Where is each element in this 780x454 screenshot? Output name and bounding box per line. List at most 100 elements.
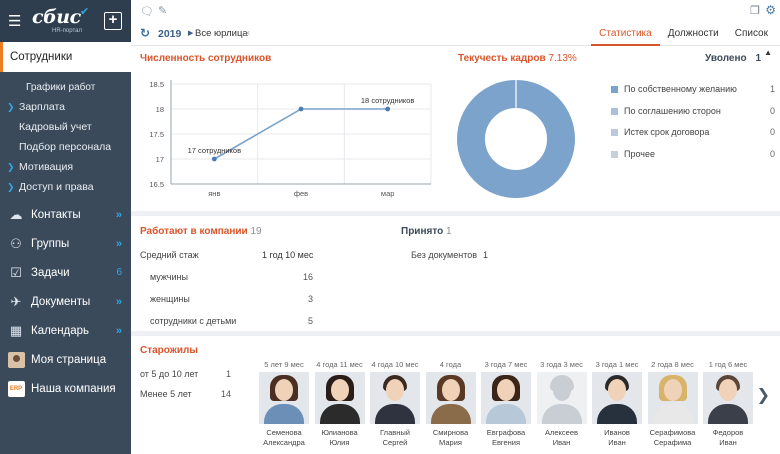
- legend-item[interactable]: По соглашению сторон 0: [611, 106, 775, 128]
- checkmark-icon: ✔: [80, 6, 90, 18]
- sidebar-item-label: Контакты: [31, 208, 81, 221]
- window-icon[interactable]: ❐: [750, 4, 760, 17]
- avatar[interactable]: [703, 372, 753, 424]
- legend-count: 0: [769, 148, 775, 159]
- sidebar-item[interactable]: ☁ Контакты »: [0, 200, 131, 229]
- double-chevron-right-icon[interactable]: »: [116, 238, 122, 250]
- oldtimers-title[interactable]: Старожилы: [140, 345, 198, 356]
- sidebar-item-label: Задачи: [31, 266, 70, 279]
- staff-name[interactable]: Федоров Иван: [697, 428, 759, 448]
- legend-item[interactable]: Истек срок договора 0: [611, 127, 775, 149]
- brand-logo[interactable]: сбис HR-портал ✔: [26, 6, 89, 34]
- staff-last-name: Главный: [380, 428, 410, 437]
- working-title[interactable]: Работают в компании 19: [140, 226, 262, 237]
- tab-list[interactable]: Список: [727, 20, 776, 46]
- scroll-up-icon[interactable]: ▲: [764, 48, 772, 57]
- clear-filter-icon[interactable]: ×: [245, 28, 250, 38]
- legend-item[interactable]: По собственному желанию 1: [611, 84, 775, 106]
- paperclip-icon[interactable]: ✎: [158, 4, 167, 17]
- data-point: [385, 106, 391, 112]
- staff-name[interactable]: Семенова Александра: [253, 428, 315, 448]
- company-logo-icon: ERP: [7, 380, 25, 397]
- tab-statistics[interactable]: Статистика: [591, 20, 660, 46]
- avatar[interactable]: [259, 372, 309, 424]
- sidebar-group-label: Подбор персонала: [19, 141, 112, 153]
- section-divider: [131, 211, 780, 216]
- oldtimer-group-label[interactable]: Менее 5 лет: [140, 389, 192, 399]
- sidebar-item-employees[interactable]: Сотрудники: [0, 42, 131, 72]
- sidebar-group-item[interactable]: ❯ Доступ и права: [0, 177, 131, 197]
- gear-icon[interactable]: ⚙: [765, 3, 776, 17]
- staff-last-name: Серафимова: [649, 428, 696, 437]
- triangle-right-icon: ▶: [188, 30, 194, 37]
- avatar[interactable]: [592, 372, 642, 424]
- view-tabs: Статистика Должности Список: [591, 20, 776, 46]
- legend-item[interactable]: Прочее 0: [611, 149, 775, 171]
- sidebar-subitem-schedules[interactable]: Графики работ: [0, 77, 131, 97]
- calendar-icon: ▦: [9, 322, 23, 338]
- working-row-value: 3: [307, 294, 313, 304]
- avatar-placeholder-icon[interactable]: [536, 372, 587, 424]
- avatar[interactable]: [314, 372, 365, 424]
- sidebar-group-label: Доступ и права: [19, 181, 94, 193]
- staff-name[interactable]: Серафимова Серафима: [642, 428, 704, 448]
- chat-bubble-icon[interactable]: 🗨: [140, 5, 154, 18]
- avatar[interactable]: [425, 372, 476, 424]
- sidebar-item[interactable]: ERP Наша компания: [0, 374, 131, 403]
- avatar[interactable]: [370, 372, 420, 424]
- refresh-icon[interactable]: ↻: [140, 26, 150, 40]
- double-chevron-right-icon[interactable]: »: [116, 325, 122, 337]
- tab-positions[interactable]: Должности: [660, 20, 727, 46]
- double-chevron-right-icon[interactable]: »: [116, 296, 122, 308]
- staff-first-name: Иван: [719, 438, 737, 447]
- staff-last-name: Смирнова: [432, 428, 469, 437]
- year-selector[interactable]: 2019: [158, 28, 181, 40]
- hired-count: 1: [445, 226, 452, 237]
- sidebar-group-item[interactable]: Подбор персонала: [0, 137, 131, 157]
- chevron-right-icon[interactable]: ❯: [757, 385, 770, 405]
- staff-name[interactable]: Юлианова Юлия: [309, 428, 371, 448]
- staff-tenure: 3 года 1 мес: [595, 360, 639, 369]
- staff-name[interactable]: Иванов Иван: [586, 428, 648, 448]
- sidebar-item[interactable]: ▦ Календарь »: [0, 316, 131, 345]
- avatar-icon: [7, 351, 25, 368]
- hamburger-menu-icon[interactable]: ☰: [8, 12, 26, 30]
- hired-title[interactable]: Принято 1: [401, 226, 452, 237]
- sidebar-group-item[interactable]: ❯ Зарплата: [0, 97, 131, 117]
- sidebar-item[interactable]: ⚇ Группы »: [0, 229, 131, 258]
- staff-tenure: 3 года 3 мес: [540, 360, 583, 369]
- avatar[interactable]: [647, 372, 698, 424]
- turnover-title[interactable]: Текучесть кадров 7.13%: [458, 53, 577, 64]
- legend-label: Прочее: [624, 148, 655, 159]
- dismissed-count: 1: [755, 53, 761, 64]
- turnover-value: 7.13%: [548, 53, 577, 64]
- legend-label: Истек срок договора: [624, 127, 710, 137]
- staff-first-name: Серафима: [653, 438, 692, 447]
- staff-name[interactable]: Главный Сергей: [364, 428, 426, 448]
- staff-tenure: 4 года 10 мес: [371, 360, 419, 369]
- tasks-icon: ☑: [10, 264, 22, 280]
- staff-name[interactable]: Смирнова Мария: [420, 428, 482, 448]
- avatar[interactable]: [481, 372, 531, 424]
- sidebar-item[interactable]: ✈ Документы »: [0, 287, 131, 316]
- avg-tenure-value: 1 год 10 мес: [262, 250, 314, 260]
- sidebar-group-item[interactable]: ❯ Мотивация: [0, 157, 131, 177]
- double-chevron-right-icon[interactable]: »: [116, 209, 122, 221]
- create-button[interactable]: +: [103, 12, 122, 30]
- sidebar-item[interactable]: ☑ Задачи 6: [0, 258, 131, 287]
- headcount-title[interactable]: Численность сотрудников: [140, 53, 271, 64]
- sidebar-item-label: Сотрудники: [10, 51, 73, 63]
- dismissed-summary[interactable]: Уволено 1: [705, 53, 761, 64]
- staff-name[interactable]: Алексеев Иван: [531, 428, 593, 448]
- chevron-right-icon: ❯: [7, 161, 15, 172]
- sidebar-item[interactable]: Моя страница: [0, 345, 131, 374]
- y-tick-label: 18.5: [149, 80, 164, 89]
- org-filter[interactable]: Все юрлица: [195, 28, 248, 39]
- sidebar-group-item[interactable]: Кадровый учет: [0, 117, 131, 137]
- data-point: [211, 156, 217, 162]
- staff-tenure: 3 года 7 мес: [484, 360, 528, 369]
- sidebar-item-label: Документы: [31, 295, 91, 308]
- staff-first-name: Иван: [552, 438, 571, 447]
- staff-name[interactable]: Евграфова Евгения: [475, 428, 537, 448]
- oldtimer-group-label[interactable]: от 5 до 10 лет: [140, 369, 198, 379]
